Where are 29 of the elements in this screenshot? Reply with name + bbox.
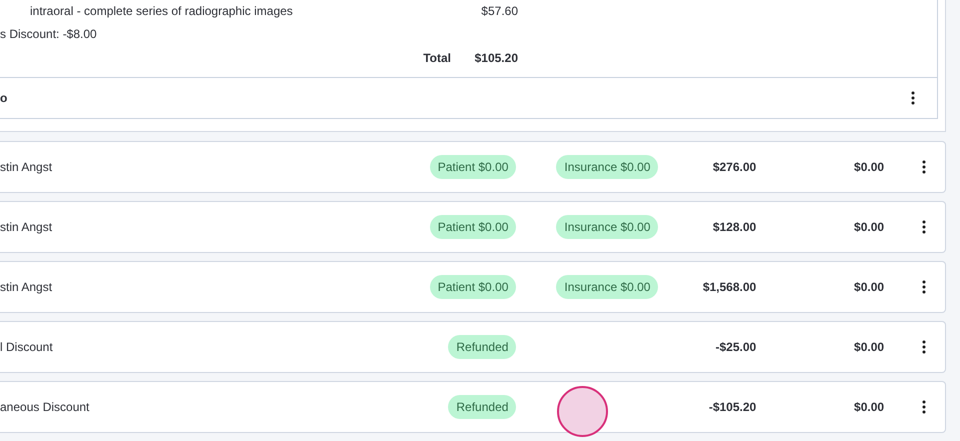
amount-text: -$105.20 (708, 399, 756, 416)
balance-text: $0.00 (853, 219, 884, 236)
balance-text: $0.00 (853, 159, 884, 176)
status-tag: Patient $0.00 (430, 275, 516, 299)
discount-text: s Discount: -$8.00 (0, 26, 97, 43)
status-tag: Refunded (448, 335, 516, 359)
amount-text: $128.00 (712, 219, 756, 236)
amount-text: $1,568.00 (702, 279, 756, 296)
status-tag: Patient $0.00 (430, 215, 516, 239)
total-amount: $105.20 (474, 50, 518, 67)
item-amount: $57.60 (480, 3, 518, 20)
status-tag: Patient $0.00 (430, 155, 516, 179)
transaction-name: aneous Discount (0, 399, 90, 416)
transaction-name: stin Angst (0, 159, 54, 176)
balance-text: $0.00 (853, 339, 884, 356)
status-tag: Insurance $0.00 (556, 275, 658, 299)
status-tag: Insurance $0.00 (556, 215, 658, 239)
item-description: intraoral - complete series of radiographic images (29, 3, 294, 20)
total-label: Total (422, 50, 451, 67)
transaction-name: l Discount (0, 339, 54, 356)
amount-text: -$25.00 (714, 339, 756, 356)
balance-text: $0.00 (853, 279, 884, 296)
amount-text: $276.00 (712, 159, 756, 176)
status-tag: Insurance $0.00 (556, 155, 658, 179)
balance-text: $0.00 (853, 399, 884, 416)
transaction-name: stin Angst (0, 279, 54, 296)
status-tag: Refunded (448, 395, 516, 419)
transaction-name: stin Angst (0, 219, 54, 236)
footer-label: o (0, 90, 8, 107)
